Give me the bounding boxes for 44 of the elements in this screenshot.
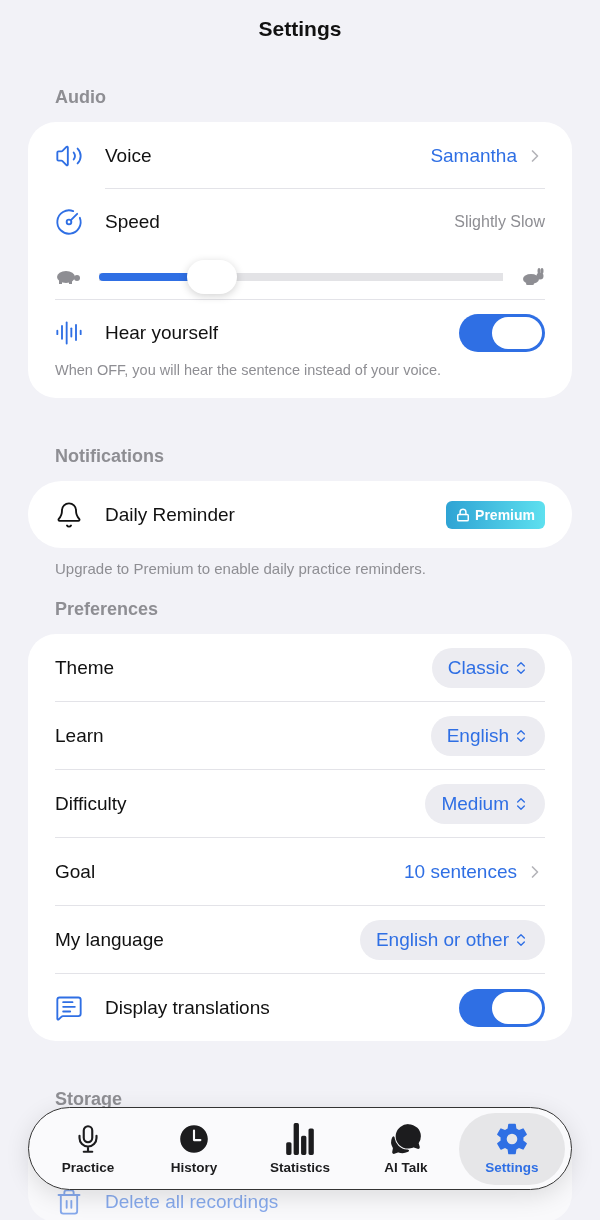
picker-button[interactable]: English or other	[359, 919, 545, 960]
turtle-icon	[55, 270, 81, 284]
setting-label: Voice	[105, 144, 153, 167]
picker-button[interactable]: Medium	[425, 783, 545, 824]
setting-label: Theme	[55, 656, 116, 679]
setting-value[interactable]: Samantha	[430, 144, 517, 167]
waveform-icon	[55, 319, 83, 347]
trash-icon	[55, 1188, 83, 1216]
picker-button[interactable]: Classic	[431, 647, 545, 688]
setting-value[interactable]: 10 sentences	[403, 860, 517, 883]
settings-icon	[495, 1122, 529, 1156]
section-header: Notifications	[54, 446, 165, 467]
tab-item[interactable]: Settings	[459, 1112, 565, 1185]
clock-icon	[177, 1122, 211, 1156]
tab-item[interactable]: History	[141, 1112, 247, 1185]
toggle-switch[interactable]	[459, 988, 545, 1027]
bell-icon	[55, 500, 83, 529]
setting-label: My language	[55, 928, 165, 951]
setting-label: Learn	[55, 724, 105, 747]
tab-item[interactable]: Statistics	[247, 1112, 353, 1185]
hint-text: When OFF, you will hear the sentence instead of your voice.	[55, 362, 443, 380]
setting-label: Goal	[55, 860, 97, 883]
section-header: Storage	[54, 1089, 124, 1110]
chat-icon	[389, 1122, 423, 1156]
setting-label: Daily Reminder	[105, 503, 236, 526]
setting-label: Speed	[105, 211, 161, 233]
gauge-icon	[55, 208, 83, 236]
bar-chart-icon	[283, 1122, 317, 1156]
lock-icon	[456, 507, 471, 522]
setting-label: Display translations	[105, 996, 271, 1019]
action-link[interactable]: Delete all recordings	[105, 1191, 279, 1213]
section-header: Preferences	[54, 599, 160, 620]
setting-label: Hear yourself	[105, 322, 219, 344]
picker-button[interactable]: English	[430, 715, 545, 756]
tab-item[interactable]: AI Talk	[353, 1112, 459, 1185]
section-header: Audio	[54, 87, 107, 108]
note-text: Upgrade to Premium to enable daily practice reminders.	[54, 559, 427, 577]
speed-reading: Slightly Slow	[454, 213, 545, 231]
setting-label: Difficulty	[55, 792, 128, 815]
toggle-switch[interactable]	[459, 314, 545, 352]
page-title: Settings	[257, 16, 343, 42]
slider-thumb[interactable]	[187, 260, 238, 294]
tab-item[interactable]: Practice	[35, 1112, 141, 1185]
rabbit-icon	[521, 268, 545, 286]
